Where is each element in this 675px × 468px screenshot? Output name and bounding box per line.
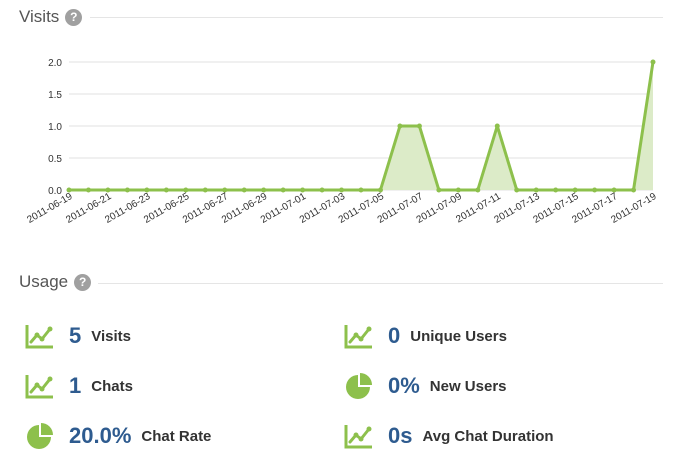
- stat-chats-value: 1: [69, 373, 82, 398]
- visits-help-icon[interactable]: ?: [65, 8, 83, 26]
- data-point: [163, 187, 169, 193]
- data-point: [475, 187, 481, 193]
- data-point: [631, 187, 637, 193]
- stat-visits-value: 5: [69, 323, 82, 348]
- data-point: [592, 187, 598, 193]
- data-point: [397, 123, 403, 129]
- y-tick-label: 0.5: [48, 154, 62, 165]
- data-point: [416, 123, 422, 129]
- usage-help-icon[interactable]: ?: [74, 273, 92, 291]
- stat-unique-users: 0 Unique Users: [344, 318, 507, 354]
- data-point: [241, 187, 247, 193]
- pie-chart-icon: [25, 421, 55, 451]
- line-chart-icon: [25, 371, 55, 401]
- stat-avg-chat-duration-label: Avg Chat Duration: [422, 427, 554, 445]
- visits-title: Visits: [19, 7, 60, 26]
- stat-new-users-value: 0%: [388, 373, 420, 398]
- stat-new-users-label: New Users: [429, 377, 507, 395]
- usage-title: Usage: [19, 272, 69, 291]
- usage-header: Usage ?: [19, 272, 92, 292]
- data-point: [202, 187, 208, 193]
- line-chart-icon: [344, 321, 374, 351]
- visits-divider: [90, 17, 663, 18]
- data-point: [319, 187, 325, 193]
- data-point: [358, 187, 364, 193]
- stat-chat-rate-label: Chat Rate: [141, 427, 212, 445]
- stat-new-users: 0% New Users: [344, 368, 507, 404]
- y-tick-label: 1.5: [48, 90, 62, 101]
- stat-avg-chat-duration-value: 0s: [388, 423, 413, 448]
- pie-chart-icon: [344, 371, 374, 401]
- stat-unique-users-value: 0: [388, 323, 401, 348]
- data-point: [553, 187, 559, 193]
- stat-unique-users-label: Unique Users: [410, 327, 507, 345]
- stat-chats-label: Chats: [91, 377, 133, 395]
- visits-chart: 0.00.51.01.52.02011-06-192011-06-212011-…: [25, 58, 659, 226]
- visits-header: Visits ?: [19, 7, 83, 27]
- stat-chat-rate-value: 20.0%: [69, 423, 132, 448]
- data-point: [85, 187, 91, 193]
- line-chart-icon: [25, 321, 55, 351]
- data-point: [436, 187, 442, 193]
- line-chart-icon: [344, 421, 374, 451]
- stat-avg-chat-duration: 0s Avg Chat Duration: [344, 418, 554, 454]
- stat-chats: 1 Chats: [25, 368, 133, 404]
- data-point: [124, 187, 130, 193]
- stat-visits: 5 Visits: [25, 318, 131, 354]
- data-point: [650, 59, 656, 65]
- stat-chat-rate: 20.0% Chat Rate: [25, 418, 211, 454]
- data-point: [280, 187, 286, 193]
- y-tick-label: 1.0: [48, 122, 62, 133]
- stat-visits-label: Visits: [91, 327, 131, 345]
- y-tick-label: 2.0: [48, 58, 62, 69]
- data-point: [494, 123, 500, 129]
- usage-divider: [98, 283, 663, 284]
- data-point: [514, 187, 520, 193]
